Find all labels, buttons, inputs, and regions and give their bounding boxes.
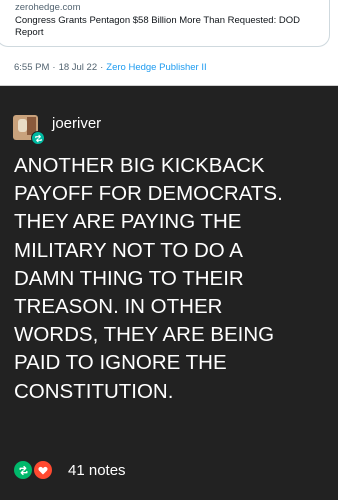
post-line: PAYOFF FOR DEMOCRATS. — [14, 182, 283, 206]
post-line: ANOTHER BIG KICKBACK — [14, 154, 265, 177]
avatar-figure — [18, 119, 27, 132]
tweet-date: 18 Jul 22 — [58, 62, 98, 73]
username[interactable]: joeriver — [52, 115, 101, 132]
link-title: Congress Grants Pentagon $58 Billion Mor… — [15, 15, 300, 38]
divider — [0, 85, 338, 86]
reblog-icon[interactable] — [14, 461, 32, 479]
heart-icon[interactable] — [34, 461, 52, 479]
reblog-icon — [31, 131, 45, 145]
post-line: THEY ARE PAYING THE — [14, 210, 242, 234]
post-line: DAMN THING TO THEIR — [14, 266, 244, 290]
post-body: ANOTHER BIG KICKBACK PAYOFF FOR DEMOCRAT… — [14, 152, 334, 406]
reblog-icon — [34, 134, 42, 142]
tweet-source-link[interactable]: Zero Hedge Publisher II — [106, 62, 206, 73]
post-line: TREASON. IN OTHER — [14, 295, 223, 319]
post-line: CONSTITUTION. — [14, 379, 174, 403]
tweet-time: 6:55 PM — [14, 62, 50, 73]
meta-separator: · — [100, 62, 104, 73]
heart-icon — [38, 466, 48, 474]
link-domain: zerohedge.com — [15, 2, 81, 13]
notes-count[interactable]: 41 notes — [68, 462, 126, 479]
tweet-meta: 6:55 PM · 18 Jul 22 · Zero Hedge Publisher I… — [14, 62, 207, 73]
embedded-tweet: zerohedge.com Congress Grants Pentagon $… — [0, 0, 338, 85]
link-preview-card[interactable]: zerohedge.com Congress Grants Pentagon $… — [0, 0, 330, 47]
reblog-icon — [18, 465, 28, 475]
post-line: MILITARY NOT TO DO A — [14, 238, 243, 262]
post-line: WORDS, THEY ARE BEING — [14, 323, 275, 347]
post-line: PAID TO IGNORE THE — [14, 351, 227, 375]
meta-separator: · — [52, 62, 56, 73]
post-footer: 41 notes — [14, 460, 126, 480]
